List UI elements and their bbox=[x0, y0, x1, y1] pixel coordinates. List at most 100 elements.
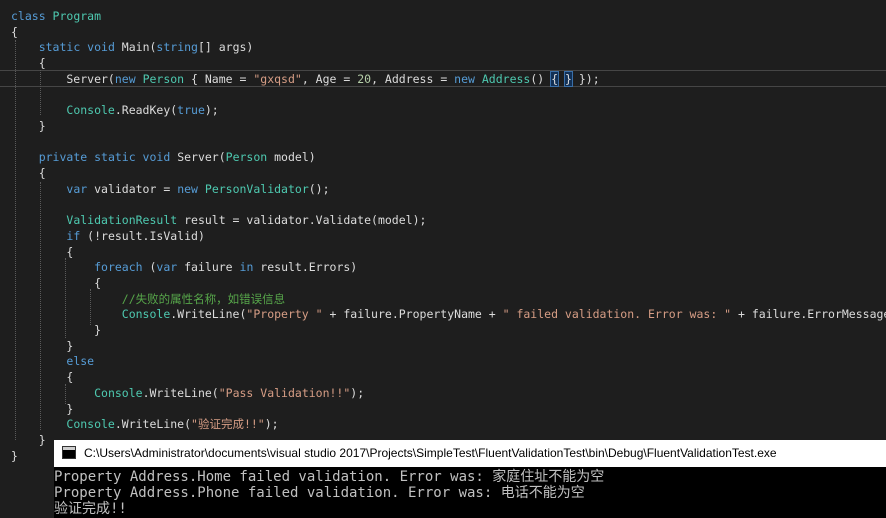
code-line: } bbox=[11, 449, 18, 464]
code-token: }); bbox=[571, 71, 600, 86]
code-token: true bbox=[177, 103, 205, 118]
code-token: new bbox=[114, 71, 143, 86]
code-token: { Name = bbox=[184, 71, 254, 86]
code-token: () bbox=[530, 71, 552, 86]
code-line: Console.WriteLine("Property " + failure.… bbox=[11, 307, 886, 322]
code-line: static void Main(string[] args) bbox=[11, 40, 254, 55]
console-output-line: Property Address.Home failed validation.… bbox=[54, 469, 605, 485]
code-token: " failed validation. Error was: " bbox=[502, 307, 732, 322]
code-line: Console.WriteLine("Pass Validation!!"); bbox=[11, 386, 364, 401]
code-token: } bbox=[11, 448, 18, 463]
console-output: Property Address.Home failed validation.… bbox=[54, 467, 886, 518]
code-token: } bbox=[564, 70, 573, 87]
code-token: ValidationResult bbox=[66, 213, 178, 228]
code-token: PersonValidator bbox=[204, 181, 309, 196]
code-token: } bbox=[11, 118, 46, 133]
code-token: Server( bbox=[11, 71, 115, 86]
code-token: Console bbox=[66, 417, 115, 432]
code-token: .ReadKey( bbox=[114, 103, 178, 118]
code-token: new bbox=[177, 181, 205, 196]
code-token: class bbox=[11, 9, 53, 23]
code-token: [] args) bbox=[197, 40, 254, 55]
code-line: Console.WriteLine("验证完成!!"); bbox=[11, 417, 279, 432]
code-token: (); bbox=[308, 181, 330, 196]
code-line: { bbox=[11, 245, 73, 260]
code-token: } bbox=[11, 432, 46, 447]
code-token: Console bbox=[94, 385, 143, 400]
console-title: C:\Users\Administrator\documents\visual … bbox=[84, 446, 777, 460]
code-token: Server( bbox=[177, 150, 226, 165]
code-token: validator = bbox=[94, 181, 178, 196]
code-token: "验证完成!!" bbox=[191, 417, 265, 432]
code-token: if bbox=[66, 228, 88, 243]
code-token: 20 bbox=[357, 71, 372, 86]
code-token: Person bbox=[142, 71, 185, 86]
code-line: Console.ReadKey(true); bbox=[11, 103, 218, 118]
code-line: private static void Server(Person model) bbox=[11, 150, 316, 165]
code-token: { bbox=[11, 24, 18, 39]
code-line: { bbox=[11, 166, 46, 181]
code-token: "Pass Validation!!" bbox=[218, 385, 351, 400]
code-line: //失败的属性名称，如错误信息 bbox=[11, 292, 285, 307]
code-line: foreach (var failure in result.Errors) bbox=[11, 260, 357, 275]
code-line: if (!result.IsValid) bbox=[11, 228, 205, 244]
console-window[interactable]: C:\Users\Administrator\documents\visual … bbox=[54, 440, 886, 518]
code-token: result = validator.Validate(model); bbox=[177, 213, 427, 228]
code-token: .WriteLine( bbox=[170, 307, 247, 322]
code-token: Main( bbox=[121, 40, 157, 55]
code-token: static void bbox=[38, 40, 122, 55]
code-token: private static void bbox=[38, 150, 178, 165]
code-token: + failure.PropertyName + bbox=[322, 307, 503, 322]
code-token: Address bbox=[481, 71, 531, 86]
code-token: foreach bbox=[94, 260, 150, 275]
console-title-bar[interactable]: C:\Users\Administrator\documents\visual … bbox=[54, 440, 886, 467]
code-token: ); bbox=[350, 385, 365, 400]
code-token: ); bbox=[264, 417, 279, 432]
code-token: "gxqsd" bbox=[253, 71, 302, 86]
code-line: } bbox=[11, 402, 73, 417]
code-token: } bbox=[11, 401, 74, 416]
code-token: //失败的属性名称，如错误信息 bbox=[121, 291, 286, 306]
code-line: class Program bbox=[11, 9, 101, 24]
console-output-line: 验证完成!! bbox=[54, 501, 127, 517]
code-token: { bbox=[11, 166, 46, 180]
code-token: { bbox=[11, 56, 46, 71]
code-line: ValidationResult result = validator.Vali… bbox=[11, 213, 426, 228]
code-line: Server(new Person { Name = "gxqsd", Age … bbox=[11, 70, 600, 87]
code-token: } bbox=[11, 338, 74, 353]
code-token: } bbox=[11, 323, 102, 337]
code-line: } bbox=[11, 323, 101, 338]
code-token: (!result.IsValid) bbox=[87, 228, 205, 243]
code-line: { bbox=[11, 25, 18, 40]
code-token: result.Errors) bbox=[260, 260, 358, 275]
code-line: { bbox=[11, 276, 101, 291]
console-app-icon bbox=[62, 446, 76, 459]
code-token: { bbox=[11, 370, 74, 385]
code-token: "Property " bbox=[246, 307, 323, 322]
code-token: failure bbox=[184, 260, 240, 275]
code-token: Console bbox=[121, 307, 171, 322]
code-token: in bbox=[239, 260, 261, 275]
code-line: else bbox=[11, 354, 94, 369]
code-token: Console bbox=[66, 103, 115, 118]
code-token: new bbox=[454, 71, 482, 86]
code-token: , Age = bbox=[301, 71, 358, 86]
code-line: } bbox=[11, 339, 73, 354]
code-token: .WriteLine( bbox=[114, 417, 192, 432]
code-token: { bbox=[11, 244, 74, 259]
code-token: { bbox=[11, 275, 102, 290]
code-line: } bbox=[11, 433, 46, 448]
code-line: { bbox=[11, 56, 46, 71]
code-token: + failure.ErrorMessage); bbox=[738, 307, 886, 322]
